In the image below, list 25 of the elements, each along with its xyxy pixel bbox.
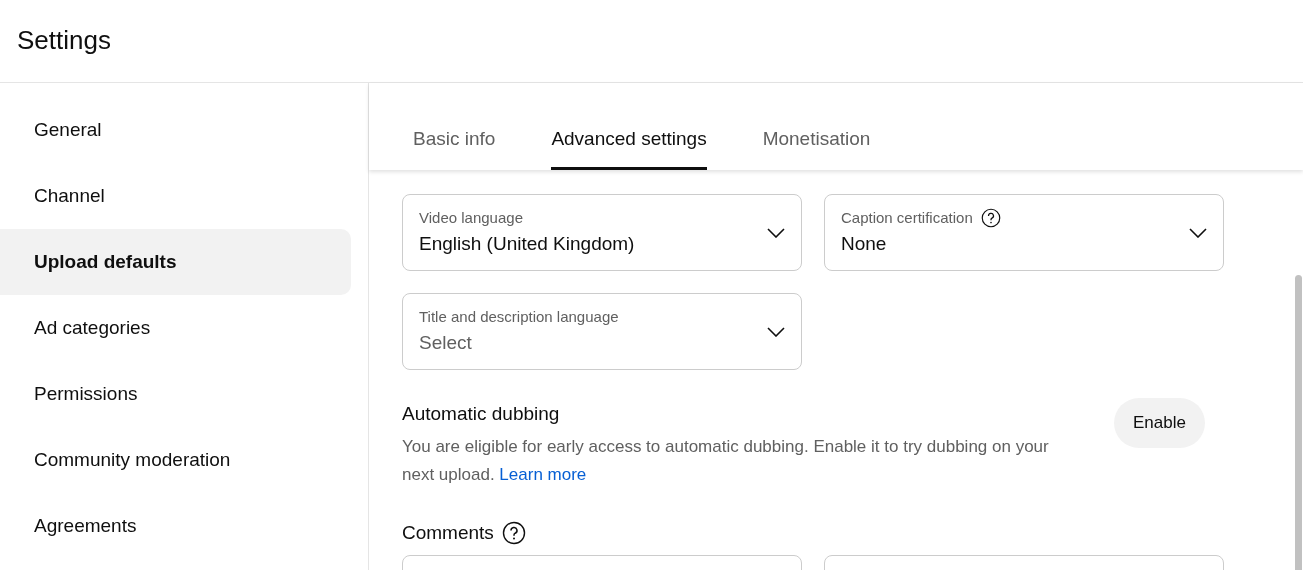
dropdown-field[interactable]: Caption certification None (824, 194, 1224, 271)
page-title: Settings (17, 25, 111, 57)
sidebar-item[interactable]: General (0, 97, 351, 163)
enable-button[interactable]: Enable (1114, 398, 1205, 448)
tab[interactable]: Basic info (413, 124, 496, 170)
field-value: English (United Kingdom) (419, 231, 636, 256)
field-label: Caption certification (841, 208, 973, 228)
tab[interactable]: Monetisation (762, 124, 871, 170)
field-label: Video language (419, 208, 523, 228)
description-text: You are eligible for early access to automatic dubbing. Enable it to try dubbing on your next upload. Learn more (402, 435, 1050, 486)
sidebar-item[interactable]: Permissions (0, 361, 351, 427)
field-placeholder: Select (419, 330, 473, 355)
field-value: None (841, 231, 888, 256)
dropdown-field[interactable]: Title and description language Select (402, 293, 802, 370)
sidebar-item[interactable]: Agreements (0, 493, 351, 559)
tab[interactable]: Advanced settings (551, 124, 707, 170)
learn-more-link[interactable]: Learn more (499, 464, 587, 484)
sidebar-item[interactable]: Ad categories (0, 295, 351, 361)
dropdown-field[interactable]: Video language English (United Kingdom) (402, 194, 802, 271)
field-label: Title and description language (419, 307, 619, 327)
section-title: Automatic dubbing (402, 402, 561, 426)
sidebar-item[interactable]: Community moderation (0, 427, 351, 493)
sidebar-item[interactable]: Upload defaults (0, 229, 351, 295)
section-title: Comments (402, 520, 494, 545)
sidebar-item[interactable]: Channel (0, 163, 351, 229)
